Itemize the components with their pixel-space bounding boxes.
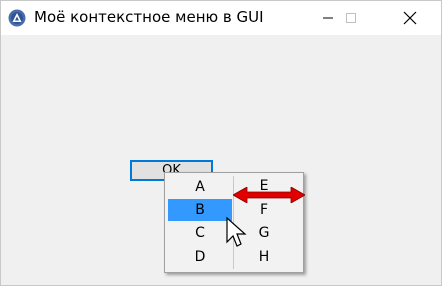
menu-item-d[interactable]: D bbox=[168, 246, 232, 268]
menu-item-h[interactable]: H bbox=[232, 246, 296, 268]
close-button[interactable] bbox=[387, 1, 433, 35]
app-window: Моё контекстное меню в GUI OK A B C D E … bbox=[0, 0, 442, 286]
window-title: Моё контекстное меню в GUI bbox=[34, 8, 264, 26]
menu-item-c[interactable]: C bbox=[168, 222, 232, 244]
menu-item-a[interactable]: A bbox=[168, 176, 232, 198]
maximize-icon bbox=[346, 13, 356, 23]
menu-item-b[interactable]: B bbox=[168, 199, 232, 221]
maximize-button[interactable] bbox=[328, 1, 374, 35]
mouse-cursor-icon bbox=[226, 216, 247, 247]
close-icon bbox=[403, 11, 417, 25]
app-icon bbox=[8, 9, 26, 27]
double-arrow-icon bbox=[233, 187, 305, 203]
title-bar[interactable]: Моё контекстное меню в GUI bbox=[1, 1, 441, 35]
